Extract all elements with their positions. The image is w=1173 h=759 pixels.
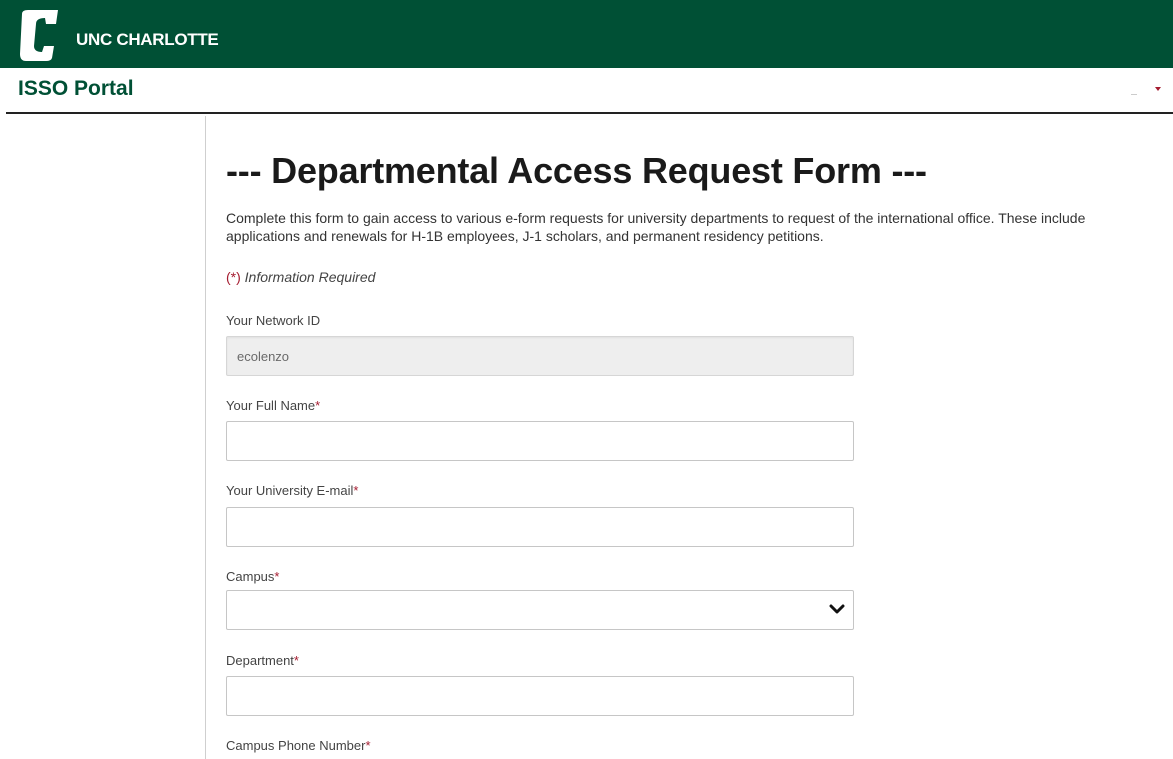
email-label: Your University E-mail* (226, 483, 358, 498)
portal-bar: ISSO Portal (0, 68, 1173, 112)
required-note: (*) Information Required (226, 269, 375, 285)
chevron-down-icon (829, 604, 845, 614)
network-id-label-text: Your Network ID (226, 313, 321, 328)
portal-title[interactable]: ISSO Portal (18, 77, 134, 101)
top-banner: UNC CHARLOTTE (0, 0, 1173, 68)
campus-label-text: Campus (226, 569, 275, 584)
campus-select[interactable] (226, 590, 854, 630)
form-intro: Complete this form to gain access to var… (226, 210, 1086, 244)
full-name-field[interactable] (226, 421, 854, 461)
email-field[interactable] (226, 507, 854, 547)
department-label: Department* (226, 653, 299, 668)
page-title: --- Departmental Access Request Form --- (226, 150, 927, 191)
portal-menu-toggle[interactable] (1131, 82, 1161, 102)
full-name-label: Your Full Name* (226, 398, 320, 413)
unc-charlotte-logo-icon[interactable] (18, 8, 64, 62)
network-id-label: Your Network ID (226, 313, 320, 328)
phone-label-text: Campus Phone Number (226, 738, 366, 753)
campus-label: Campus* (226, 569, 279, 584)
brand-name[interactable]: UNC CHARLOTTE (76, 30, 219, 50)
required-asterisk: * (353, 483, 359, 498)
caret-down-icon (1155, 87, 1161, 91)
header-divider (6, 112, 1173, 114)
department-field[interactable] (226, 676, 854, 716)
required-asterisk: * (315, 398, 321, 413)
network-id-field[interactable] (226, 336, 854, 376)
sidebar-divider (205, 116, 206, 759)
menu-divider (1131, 94, 1137, 95)
phone-label: Campus Phone Number* (226, 738, 371, 753)
email-label-text: Your University E-mail (226, 483, 354, 498)
department-label-text: Department (226, 653, 294, 668)
required-asterisk: * (365, 738, 371, 753)
required-asterisk: * (293, 653, 299, 668)
required-note-text: Information Required (244, 269, 376, 285)
required-marker: (*) (226, 269, 241, 285)
required-asterisk: * (274, 569, 280, 584)
full-name-label-text: Your Full Name (226, 398, 316, 413)
